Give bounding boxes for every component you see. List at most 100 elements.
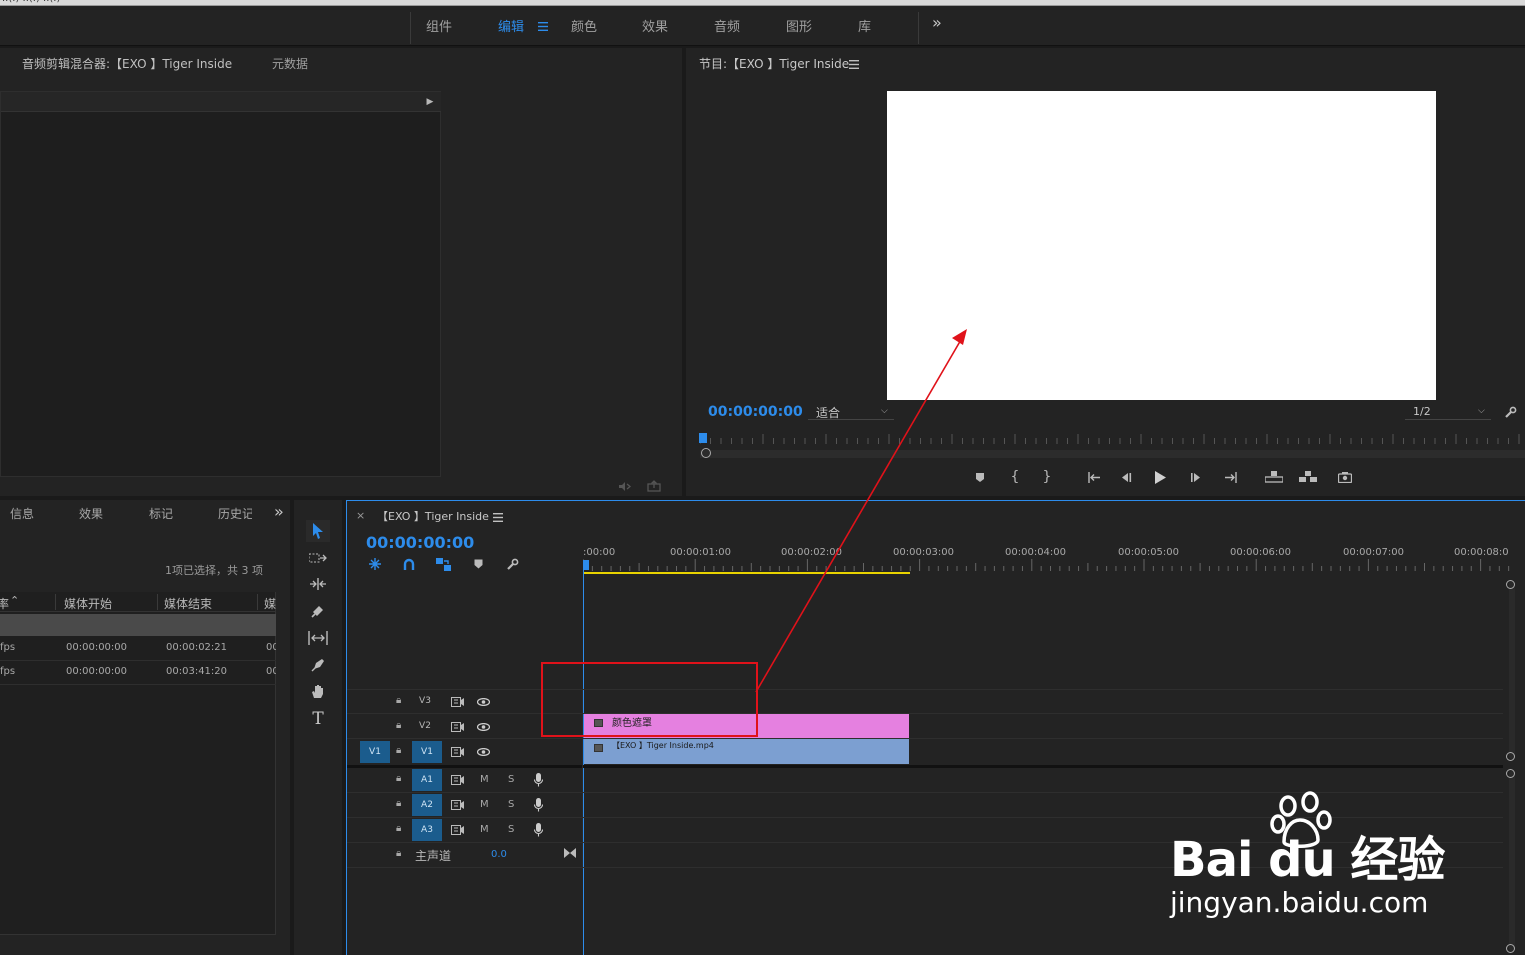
track-target-v3[interactable]: V3 <box>414 691 436 711</box>
source-patch-v1[interactable]: V1 <box>360 741 390 763</box>
workspace-menu-icon[interactable] <box>536 19 550 33</box>
project-list-item-selected[interactable] <box>0 614 276 636</box>
column-media-duration[interactable]: 媒 <box>264 595 276 612</box>
column-frame-rate[interactable]: 率 <box>0 595 9 612</box>
add-marker-icon[interactable] <box>469 556 487 572</box>
scroll-handle-left[interactable] <box>701 448 711 458</box>
track-target-a3[interactable]: A3 <box>412 819 442 841</box>
close-sequence-icon[interactable]: × <box>356 509 365 522</box>
workspace-tab-color[interactable]: 颜色 <box>571 16 597 35</box>
scroll-handle-bottom[interactable] <box>1506 944 1515 953</box>
panel-menu-icon[interactable] <box>848 58 860 70</box>
lock-icon[interactable]: 🔒︎ <box>396 848 401 859</box>
table-row[interactable]: fps 00:00:00:00 00:00:02:21 00 <box>0 637 276 661</box>
track-target-v2[interactable]: V2 <box>414 716 436 736</box>
mark-in-icon[interactable]: { <box>1007 469 1023 485</box>
eye-icon[interactable] <box>475 720 491 734</box>
export-frame-camera-icon[interactable] <box>1336 469 1354 485</box>
table-row[interactable]: fps 00:00:00:00 00:03:41:20 00 <box>0 661 276 685</box>
lock-icon[interactable]: 🔒︎ <box>396 695 401 706</box>
panel-menu-icon[interactable] <box>492 511 504 523</box>
step-forward-icon[interactable] <box>1188 469 1204 485</box>
workspace-tab-libraries[interactable]: 库 <box>858 16 871 35</box>
sync-lock-film-icon[interactable] <box>449 720 465 734</box>
lock-icon[interactable]: 🔒︎ <box>396 773 401 784</box>
column-media-end[interactable]: 媒体结束 <box>164 595 212 612</box>
solo-button[interactable]: S <box>508 799 514 810</box>
timeline-playhead-handle[interactable] <box>583 560 589 570</box>
video-vertical-scrollbar[interactable] <box>1509 581 1515 759</box>
linked-selection-icon[interactable] <box>434 556 452 572</box>
timeline-timecode[interactable]: 00:00:00:00 <box>366 533 474 552</box>
scroll-handle-bottom[interactable] <box>1506 752 1515 761</box>
go-to-out-icon[interactable] <box>1222 469 1240 485</box>
microphone-icon[interactable] <box>531 797 545 813</box>
sync-lock-film-icon[interactable] <box>449 773 465 787</box>
eye-icon[interactable] <box>475 745 491 759</box>
lift-icon[interactable] <box>1264 469 1284 485</box>
workspace-tab-graphics[interactable]: 图形 <box>786 16 812 35</box>
tab-info[interactable]: 信息 <box>10 505 34 522</box>
clip-video-mp4[interactable]: 【EXO 】Tiger Inside.mp4 <box>584 739 909 764</box>
sync-lock-film-icon[interactable] <box>449 823 465 837</box>
sort-ascending-icon[interactable]: ⌃ <box>10 594 19 607</box>
mark-out-icon[interactable]: } <box>1039 469 1055 485</box>
eye-icon[interactable] <box>475 695 491 709</box>
razor-icon[interactable] <box>306 601 330 621</box>
tool-selection[interactable] <box>306 520 330 542</box>
audio-vertical-scrollbar[interactable] <box>1509 771 1515 951</box>
snap-magnet-icon[interactable] <box>400 556 418 572</box>
extract-icon[interactable] <box>1298 469 1318 485</box>
program-playhead[interactable] <box>699 433 707 443</box>
tab-history[interactable]: 历史记 <box>218 505 252 522</box>
tab-metadata[interactable]: 元数据 <box>272 55 308 72</box>
tab-audio-clip-mixer[interactable]: 音频剪辑混合器:【EXO 】Tiger Inside <box>22 55 232 72</box>
type-tool-icon[interactable]: T <box>306 708 330 730</box>
tab-markers[interactable]: 标记 <box>149 505 173 522</box>
slip-icon[interactable] <box>306 628 330 648</box>
audio-output-icon[interactable] <box>616 478 634 494</box>
hand-icon[interactable] <box>306 681 330 701</box>
tab-effects[interactable]: 效果 <box>79 505 103 522</box>
lock-icon[interactable]: 🔒︎ <box>396 720 401 731</box>
step-back-icon[interactable] <box>1118 469 1134 485</box>
mute-button[interactable]: M <box>480 799 489 810</box>
expand-arrow-icon[interactable]: ▶ <box>425 96 435 108</box>
nest-sequence-icon[interactable] <box>366 556 384 572</box>
workspace-tab-editing[interactable]: 编辑 <box>498 16 524 35</box>
panel-overflow-icon[interactable]: » <box>274 502 284 521</box>
sync-lock-film-icon[interactable] <box>449 798 465 812</box>
track-target-a2[interactable]: A2 <box>412 794 442 816</box>
sequence-tab-title[interactable]: 【EXO 】Tiger Inside <box>377 508 489 524</box>
track-target-v1[interactable]: V1 <box>412 741 442 763</box>
solo-button[interactable]: S <box>508 774 514 785</box>
scroll-handle-top[interactable] <box>1506 580 1515 589</box>
track-select-icon[interactable] <box>306 548 330 568</box>
mute-button[interactable]: M <box>480 774 489 785</box>
workspace-overflow-icon[interactable]: » <box>932 13 942 32</box>
workspace-tab-effects[interactable]: 效果 <box>642 16 668 35</box>
timeline-settings-wrench-icon[interactable] <box>503 556 521 572</box>
column-media-start[interactable]: 媒体开始 <box>64 595 112 612</box>
master-volume-value[interactable]: 0.0 <box>491 849 507 860</box>
ripple-edit-icon[interactable] <box>306 574 330 594</box>
go-to-in-icon[interactable] <box>1084 469 1102 485</box>
lock-icon[interactable]: 🔒︎ <box>396 823 401 834</box>
export-icon[interactable] <box>645 478 663 494</box>
timeline-time-ruler[interactable]: :00:00 00:00:01:00 00:00:02:00 00:00:03:… <box>582 539 1513 573</box>
mute-button[interactable]: M <box>480 824 489 835</box>
workspace-tab-assembly[interactable]: 组件 <box>426 16 452 35</box>
scroll-handle-top[interactable] <box>1506 769 1515 778</box>
resolution-dropdown[interactable]: 1/2 ⌵ <box>1405 404 1491 420</box>
wrench-icon[interactable] <box>1502 404 1518 420</box>
go-to-end-bowtie-icon[interactable] <box>563 846 577 860</box>
solo-button[interactable]: S <box>508 824 514 835</box>
track-target-a1[interactable]: A1 <box>412 769 442 791</box>
lock-icon[interactable]: 🔒︎ <box>396 745 401 756</box>
microphone-icon[interactable] <box>531 772 545 788</box>
microphone-icon[interactable] <box>531 822 545 838</box>
pen-icon[interactable] <box>306 655 330 675</box>
lock-icon[interactable]: 🔒︎ <box>396 798 401 809</box>
program-monitor-title[interactable]: 节目:【EXO 】Tiger Inside <box>699 55 849 72</box>
workspace-tab-audio[interactable]: 音频 <box>714 16 740 35</box>
